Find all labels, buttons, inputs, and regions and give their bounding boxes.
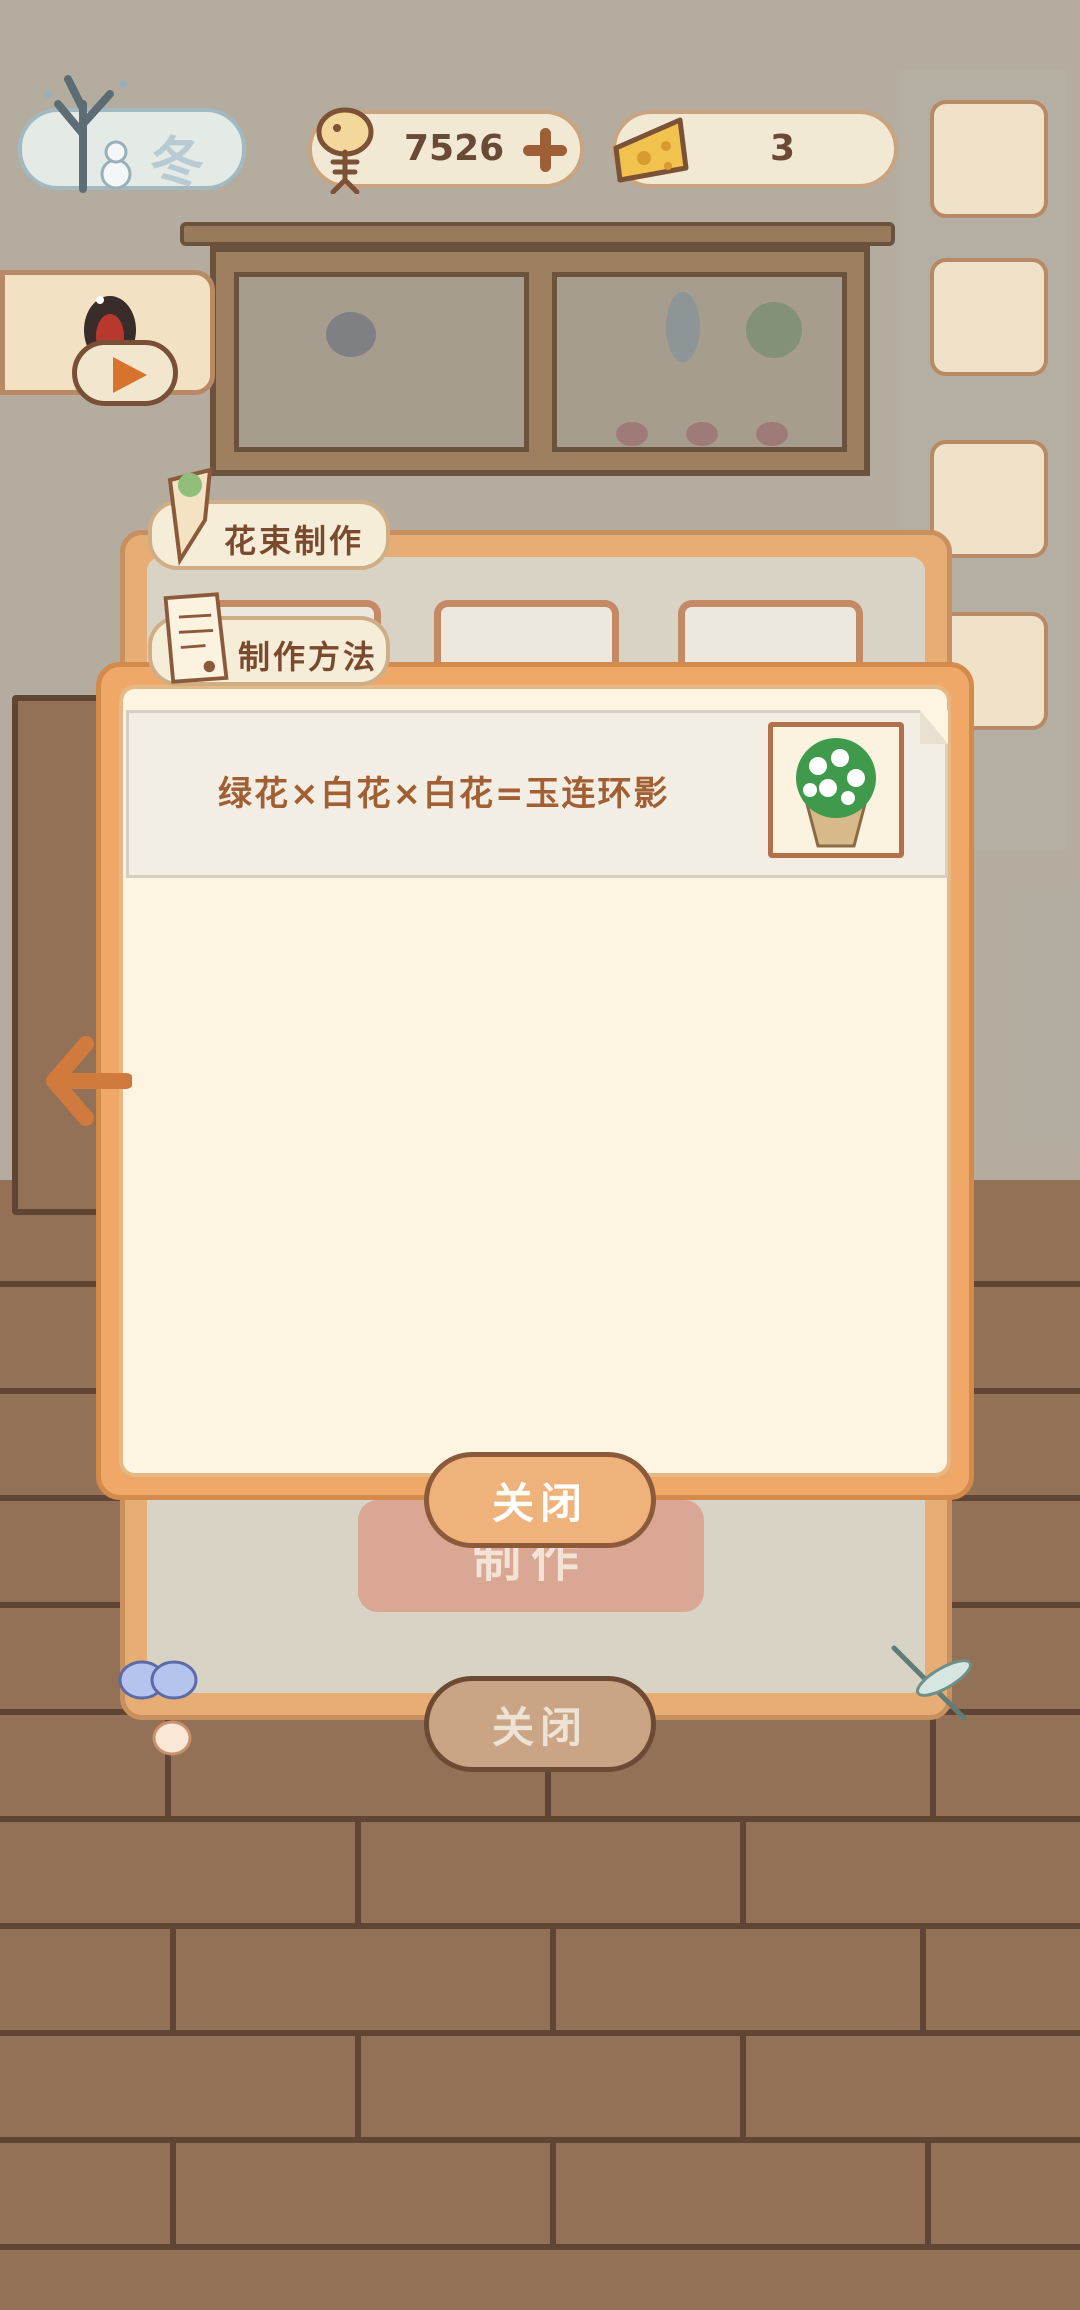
tab-bouquet-making-label: 花束制作 — [224, 522, 365, 560]
back-close-button[interactable]: 关闭 — [424, 1676, 656, 1772]
tab-recipe-method-label: 制作方法 — [238, 638, 379, 676]
butterfly-icon — [118, 1660, 198, 1756]
recipe-formula: 绿花×白花×白花=玉连环影 — [218, 774, 670, 814]
add-fish-button[interactable] — [520, 125, 570, 175]
season-label: 冬 — [150, 131, 204, 194]
cheese-icon — [613, 117, 689, 183]
snowy-tree-icon — [44, 75, 132, 193]
recipe-close-button[interactable]: 关闭 — [424, 1452, 656, 1548]
cheese-count: 3 — [770, 128, 796, 169]
fish-bone-icon — [316, 107, 374, 194]
dragonfly-icon — [891, 1645, 972, 1721]
bouquet-icon — [796, 738, 876, 848]
arrow-left-icon[interactable] — [46, 1036, 132, 1126]
market-stall-button[interactable] — [930, 258, 1048, 376]
bouquet-tab-icon — [167, 467, 213, 566]
fish-count: 7526 — [404, 128, 505, 169]
play-video-button[interactable] — [72, 340, 178, 406]
window-view-button[interactable] — [930, 100, 1048, 218]
recipe-note-icon — [163, 592, 229, 684]
